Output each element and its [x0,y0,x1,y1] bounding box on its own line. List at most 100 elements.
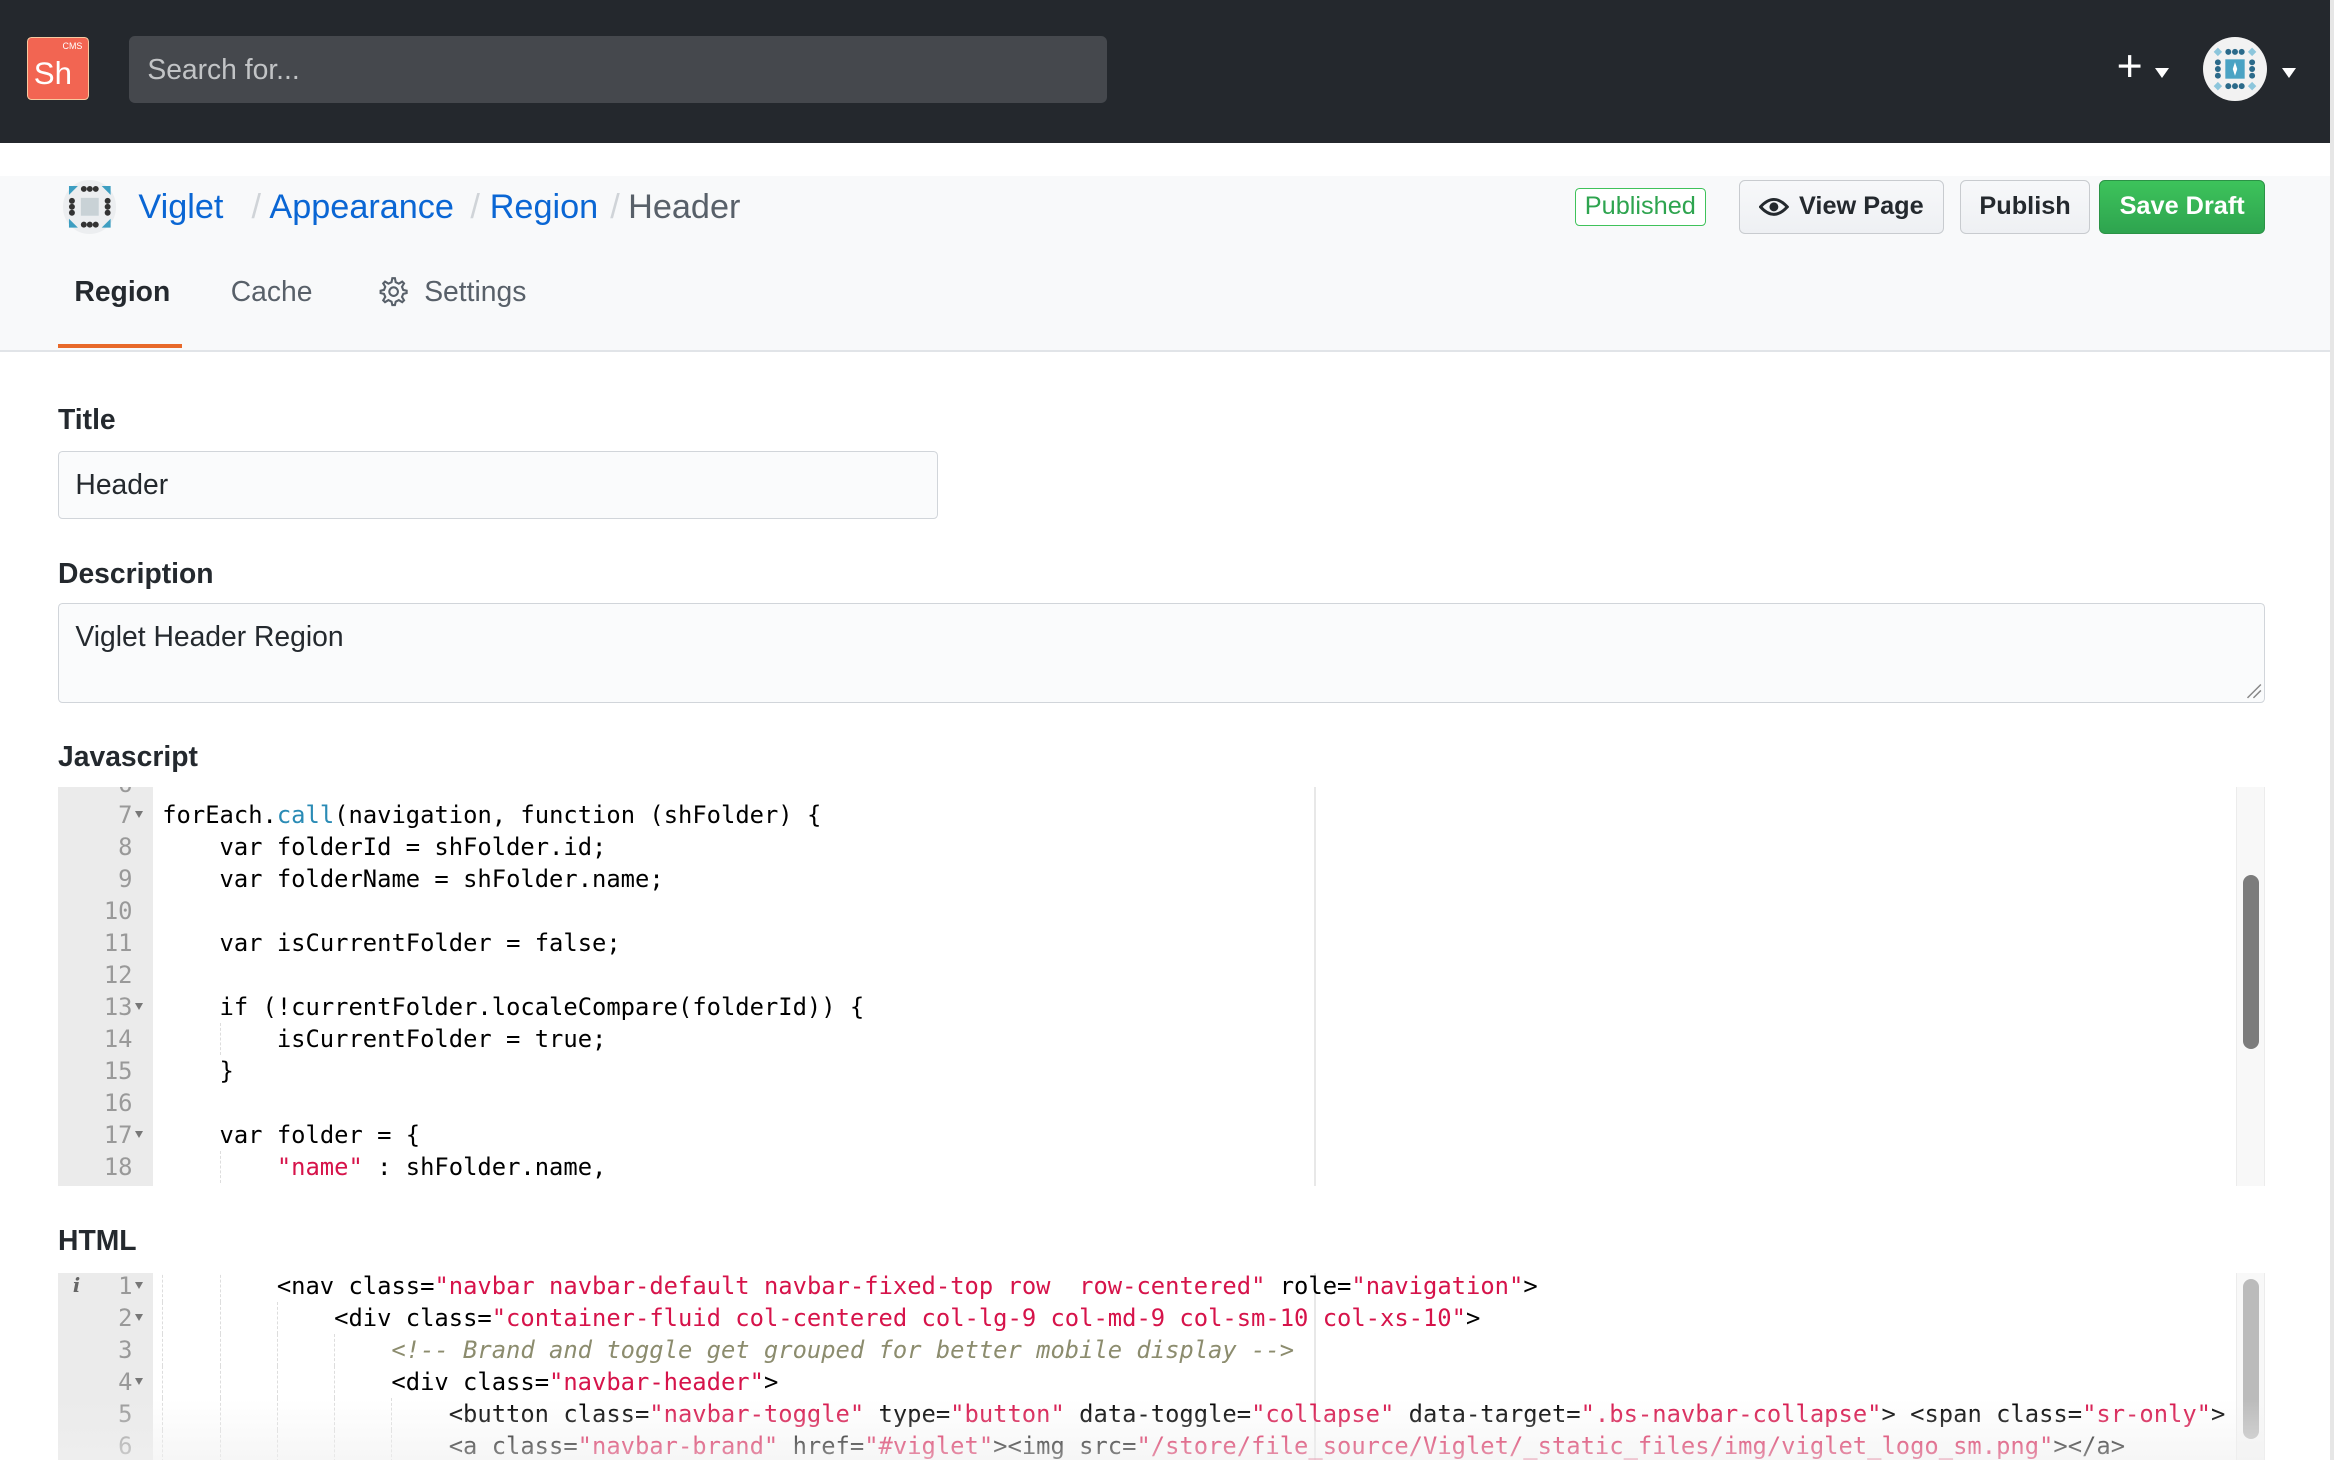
code-token: > [763,1367,779,1396]
description-textarea[interactable]: Viglet Header Region [58,602,2266,703]
code-line[interactable]: 5 <button class="navbar-toggle" type="but… [58,1397,2231,1430]
fold-toggle-icon[interactable] [135,1377,144,1385]
vertical-scrollbar[interactable] [2235,1272,2266,1460]
indent-guide [276,1333,334,1366]
fold-toggle-icon[interactable] [135,1003,144,1010]
code-token: isCurrentFolder = true; [276,1025,607,1054]
line-number: 6 [118,1431,133,1460]
chevron-down-icon[interactable] [2281,68,2296,79]
code-token: > [1465,1303,1481,1332]
code-token: <a class= [448,1431,578,1460]
gear-icon [379,277,408,307]
indent-guide [391,1397,448,1430]
logo-superscript: CMS [62,41,83,52]
code-line[interactable]: 1 i <nav class="navbar navbar-default navb… [58,1272,2231,1302]
indent-guide [219,1429,277,1460]
javascript-code-editor[interactable]: 6 7 forEach.call(navigation, function (sh… [58,787,2266,1187]
breadcrumb-current: Header [628,187,741,226]
fold-toggle-icon[interactable] [135,1281,144,1289]
indent-guide [276,1397,334,1430]
indent-guide [162,991,219,1023]
resize-handle-icon[interactable] [2246,683,2262,699]
code-token: data-toggle= [1064,1399,1252,1428]
code-string: "navbar-toggle" [649,1399,865,1428]
indent-guide [162,1365,219,1398]
code-line[interactable]: 11 var isCurrentFolder = false; [58,927,2231,959]
indent-guide [219,1023,277,1056]
user-avatar[interactable] [2202,37,2267,102]
code-token: forEach. [162,801,277,830]
code-line[interactable]: 16 [58,1087,2231,1119]
status-badge: Published [1574,187,1706,227]
plus-icon[interactable]: + [2117,42,2143,92]
code-line[interactable]: 3 <!-- Brand and toggle get grouped for b… [58,1333,2231,1366]
indent-guide [162,1429,219,1460]
fold-toggle-icon[interactable] [135,1313,144,1321]
code-string: "sr-only" [2082,1399,2212,1428]
code-line[interactable]: 13 if (!currentFolder.localeCompare(folde… [58,991,2231,1023]
breadcrumb-viglet[interactable]: Viglet [138,188,223,227]
view-page-label: View Page [1799,192,1924,221]
tab-settings[interactable]: Settings [378,275,526,308]
search-input[interactable] [129,35,1108,103]
code-line[interactable]: 4 <div class="navbar-header"> [58,1365,2231,1398]
code-line[interactable]: 6 <a class="navbar-brand" href="#viglet">… [58,1429,2231,1460]
fold-toggle-icon[interactable] [135,811,144,818]
code-line[interactable]: 8 var folderId = shFolder.id; [58,831,2231,863]
fold-toggle-icon[interactable] [135,1131,144,1138]
code-token: (navigation, function (shFolder) { [334,801,822,830]
code-line[interactable]: 12 [58,959,2231,991]
code-line[interactable]: 14 isCurrentFolder = true; [58,1023,2231,1056]
code-line[interactable]: 2 <div class="container-fluid col-centere… [58,1301,2231,1334]
code-string: "#viglet" [864,1431,994,1460]
code-token: data-target= [1394,1399,1581,1428]
code-token: : shFolder.name, [362,1153,607,1182]
indent-guide [162,1272,219,1302]
code-line[interactable]: 15} [58,1055,2231,1087]
description-label: Description [58,556,214,589]
code-line[interactable]: 17 var folder = { [58,1119,2231,1151]
code-token: type= [864,1399,951,1428]
indent-guide [162,1151,219,1183]
active-tab-indicator [58,343,182,349]
html-code-editor[interactable]: 1 i <nav class="navbar navbar-default navb… [58,1272,2266,1460]
breadcrumb-region[interactable]: Region [490,188,598,227]
code-comment: <!-- Brand and toggle get grouped for be… [391,1335,1295,1364]
code-line[interactable]: 7 forEach.call(navigation, function (shFo… [58,799,2231,831]
tab-cache[interactable]: Cache [231,275,313,308]
indent-guide [162,895,219,927]
code-text [162,959,219,991]
chevron-down-icon[interactable] [2155,68,2170,79]
save-draft-button[interactable]: Save Draft [2098,180,2266,234]
scrollbar-thumb[interactable] [2242,1278,2260,1440]
breadcrumb-appearance[interactable]: Appearance [269,188,454,227]
publish-button[interactable]: Publish [1960,180,2090,234]
code-token: <div class= [391,1367,550,1396]
code-token: ></a> [2053,1431,2126,1460]
code-string: "/store/file_source/Viglet/_static_files… [1136,1431,2054,1460]
vertical-scrollbar[interactable] [2235,787,2266,1187]
scrollbar-thumb[interactable] [2242,875,2260,1050]
indent-guide [276,1429,334,1460]
indent-guide [219,1151,277,1184]
breadcrumb-separator: / [610,187,620,226]
code-line[interactable]: 9 var folderName = shFolder.name; [58,863,2231,895]
code-text: <button class="navbar-toggle" type="butt… [162,1397,2225,1430]
title-input[interactable]: Header [58,451,938,520]
indent-guide [219,1365,277,1398]
indent-guide [162,1055,219,1087]
indent-guide [219,1301,277,1334]
html-label: HTML [58,1223,137,1256]
line-number: 3 [118,1335,133,1364]
view-page-button[interactable]: View Page [1738,180,1944,234]
code-line[interactable]: 18 "name" : shFolder.name, [58,1151,2231,1184]
info-icon[interactable]: i [73,1273,80,1302]
app-logo[interactable]: CMS Sh [26,37,90,100]
code-string: "navbar-header" [549,1367,764,1396]
tab-region[interactable]: Region [74,275,170,308]
code-string: ".bs-navbar-collapse" [1580,1399,1882,1428]
code-line[interactable]: 10 [58,895,2231,927]
window-edge [2329,0,2334,1460]
site-logo [62,180,117,234]
indent-guide [276,1365,334,1398]
